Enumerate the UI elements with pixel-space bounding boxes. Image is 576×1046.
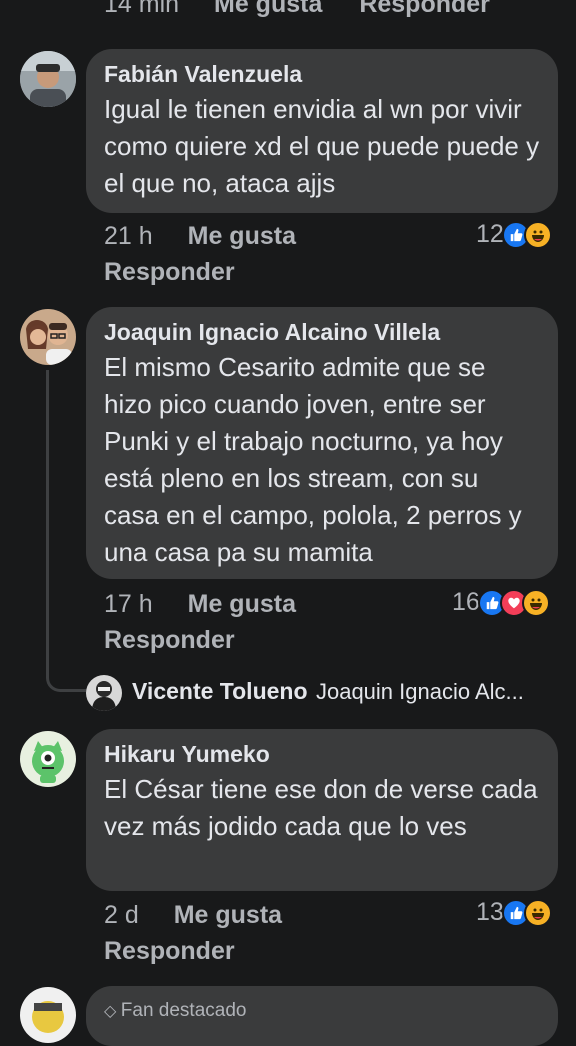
avatar[interactable]	[20, 731, 76, 787]
comment-text: Igual le tienen envidia al wn por vivir …	[104, 94, 540, 198]
like-link[interactable]: Me gusta	[188, 222, 296, 250]
avatar[interactable]	[20, 309, 76, 365]
avatar[interactable]	[20, 51, 76, 107]
reply-link[interactable]: Responder	[104, 626, 235, 655]
reply-link[interactable]: Responder	[359, 0, 490, 18]
comment-actions: 21 h Me gusta	[104, 222, 296, 251]
haha-reaction-icon	[521, 588, 550, 617]
like-link[interactable]: Me gusta	[188, 590, 296, 618]
comment-bubble: Hikaru Yumeko El César tiene ese don de …	[86, 729, 558, 891]
comment-bubble: ◇ Fan destacado	[86, 986, 558, 1046]
reply-text: Joaquin Ignacio Alc...	[315, 679, 524, 704]
comment-bubble: Joaquin Ignacio Alcaino Villela El mismo…	[86, 307, 558, 579]
reaction-count: 13	[476, 898, 504, 926]
like-link[interactable]: Me gusta	[214, 0, 322, 18]
reaction-count: 12	[476, 220, 504, 248]
comment-author[interactable]: Joaquin Ignacio Alcaino Villela	[104, 317, 540, 347]
avatar[interactable]	[86, 675, 122, 711]
reactions-summary[interactable]: 13	[476, 898, 552, 927]
reactions-summary[interactable]: 12	[476, 220, 552, 249]
comment-time: 21 h	[104, 222, 153, 250]
comment-time: 14 min	[104, 0, 180, 18]
reply-link[interactable]: Responder	[104, 937, 235, 966]
haha-reaction-icon	[523, 220, 552, 249]
comment-time: 17 h	[104, 590, 153, 618]
reply-preview[interactable]: Vicente Tolueno Joaquin Ignacio Alc...	[132, 678, 562, 705]
haha-reaction-icon	[523, 898, 552, 927]
thread-line	[46, 370, 86, 692]
reactions-summary[interactable]: 16	[452, 588, 550, 617]
comment-text: El César tiene ese don de verse cada vez…	[104, 774, 538, 841]
comment-author[interactable]: Fabián Valenzuela	[104, 59, 540, 89]
fan-badge: Fan destacado	[120, 1000, 247, 1021]
comment-time: 2 d	[104, 901, 139, 929]
top-comment-actions: 14 min Me gusta Responder	[104, 0, 490, 19]
comment-bubble: Fabián Valenzuela Igual le tienen envidi…	[86, 49, 558, 213]
reaction-count: 16	[452, 588, 480, 616]
diamond-icon: ◇	[104, 1003, 117, 1020]
reply-link[interactable]: Responder	[104, 258, 235, 287]
reply-author: Vicente Tolueno	[132, 678, 308, 704]
comment-actions: 17 h Me gusta	[104, 590, 296, 619]
comment-author[interactable]: Hikaru Yumeko	[104, 739, 540, 769]
comment-text: El mismo Cesarito admite que se hizo pic…	[104, 352, 522, 567]
comment-actions: 2 d Me gusta	[104, 901, 282, 930]
like-link[interactable]: Me gusta	[174, 901, 282, 929]
avatar[interactable]	[20, 987, 76, 1043]
